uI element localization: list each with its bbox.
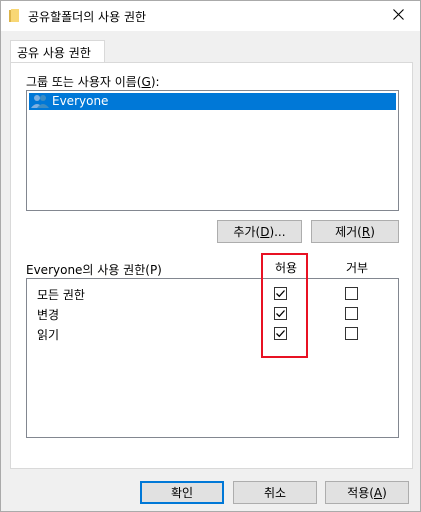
ok-button[interactable]: 확인 bbox=[140, 481, 224, 504]
groups-listbox[interactable]: Everyone bbox=[26, 90, 399, 211]
list-item-everyone[interactable]: Everyone bbox=[29, 93, 396, 110]
tab-label: 공유 사용 권한 bbox=[17, 46, 91, 60]
deny-checkbox-change[interactable] bbox=[345, 307, 358, 320]
permission-row: 모든 권한 bbox=[27, 284, 398, 304]
users-icon bbox=[31, 94, 49, 109]
window-title: 공유할폴더의 사용 권한 bbox=[28, 10, 147, 24]
add-button[interactable]: 추가(D)... bbox=[217, 220, 302, 243]
allow-checkbox-full-control[interactable] bbox=[274, 287, 287, 300]
deny-column-header: 거부 bbox=[346, 261, 369, 275]
permission-name: 변경 bbox=[37, 308, 60, 322]
apply-button[interactable]: 적용(A) bbox=[325, 481, 409, 504]
permissions-label: Everyone의 사용 권한(P) bbox=[26, 263, 162, 277]
ok-button-label: 확인 bbox=[170, 486, 194, 500]
permissions-list: 모든 권한 변경 읽기 bbox=[26, 278, 399, 438]
apply-button-label: 적용(A) bbox=[347, 486, 387, 500]
close-button[interactable] bbox=[376, 1, 420, 31]
allow-checkbox-change[interactable] bbox=[274, 307, 287, 320]
allow-checkbox-read[interactable] bbox=[274, 327, 287, 340]
close-icon bbox=[392, 9, 404, 23]
permission-name: 읽기 bbox=[37, 328, 60, 342]
cancel-button[interactable]: 취소 bbox=[233, 481, 317, 504]
groups-label: 그룹 또는 사용자 이름(G): bbox=[26, 75, 160, 89]
tab-share-permissions[interactable]: 공유 사용 권한 bbox=[10, 40, 105, 64]
allow-column-header: 허용 bbox=[275, 261, 298, 275]
permission-name: 모든 권한 bbox=[37, 288, 85, 302]
deny-checkbox-read[interactable] bbox=[345, 327, 358, 340]
permissions-dialog: 공유할폴더의 사용 권한 공유 사용 권한 그룹 또는 사용자 이름(G): E… bbox=[0, 0, 421, 512]
remove-button[interactable]: 제거(R) bbox=[311, 220, 399, 243]
folder-icon bbox=[9, 9, 19, 23]
permission-row: 읽기 bbox=[27, 324, 398, 344]
cancel-button-label: 취소 bbox=[263, 486, 287, 500]
tab-panel: 그룹 또는 사용자 이름(G): Everyone 추가(D)... 제거(R) bbox=[10, 62, 413, 469]
title-bar: 공유할폴더의 사용 권한 bbox=[1, 1, 420, 31]
permission-row: 변경 bbox=[27, 304, 398, 324]
remove-button-label: 제거(R) bbox=[335, 225, 375, 239]
list-item-label: Everyone bbox=[52, 94, 109, 108]
add-button-label: 추가(D)... bbox=[233, 225, 286, 239]
deny-checkbox-full-control[interactable] bbox=[345, 287, 358, 300]
